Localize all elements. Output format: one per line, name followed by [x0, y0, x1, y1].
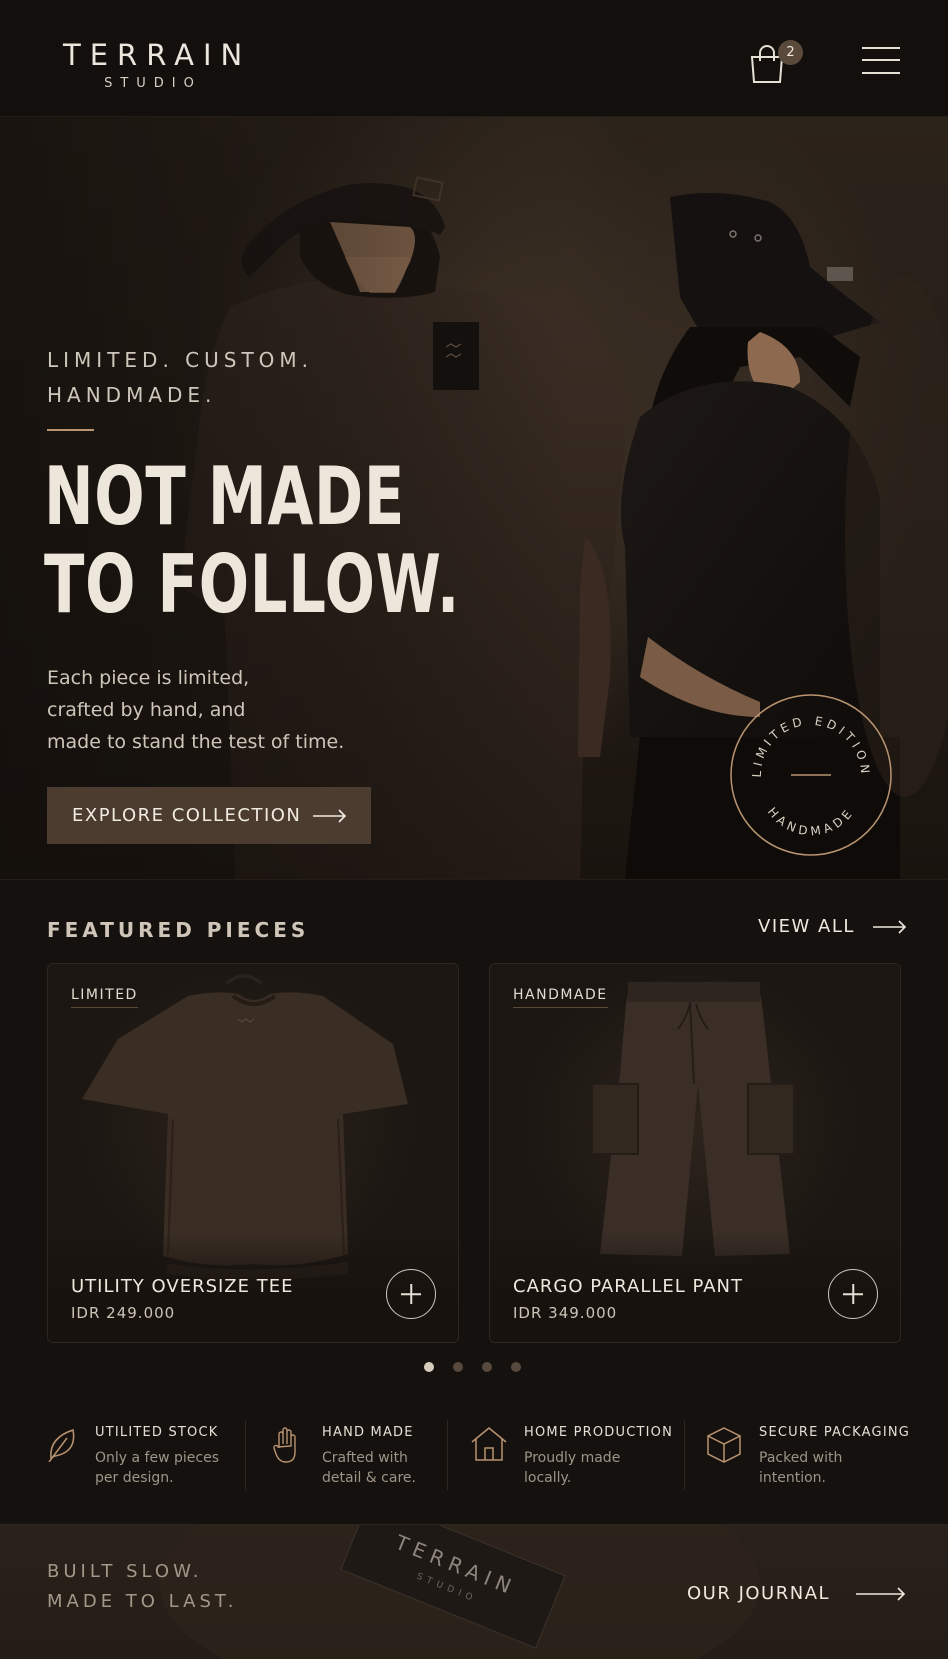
- cart-count-badge: 2: [778, 40, 803, 65]
- journal-band: TERRAIN STUDIO BUILT SLOW. MADE TO LAST.…: [0, 1524, 948, 1659]
- arrow-right-icon: [313, 809, 347, 823]
- carousel-dot[interactable]: [424, 1362, 434, 1372]
- arrow-right-icon: [872, 919, 907, 934]
- hero-headline: NOT MADE TO FOLLOW.: [44, 450, 461, 631]
- add-to-cart-button[interactable]: [828, 1269, 878, 1319]
- feature-desc: Only a few pieces per design.: [95, 1450, 219, 1486]
- home-icon: [471, 1427, 507, 1461]
- brand-logo[interactable]: TERRAIN STUDIO: [54, 40, 244, 91]
- product-name: UTILITY OVERSIZE TEE: [71, 1276, 294, 1297]
- feature-item: UTILITED STOCK Only a few pieces per des…: [47, 1420, 237, 1524]
- carousel-dot[interactable]: [453, 1362, 463, 1372]
- product-price: IDR 249.000: [71, 1304, 176, 1322]
- feature-title: UTILITED STOCK: [95, 1425, 219, 1440]
- featured-section: FEATURED PIECES VIEW ALL LIMITED UTILITY…: [0, 879, 948, 1419]
- feature-desc: Packed with intention.: [759, 1450, 843, 1486]
- carousel-dot[interactable]: [511, 1362, 521, 1372]
- featured-title: FEATURED PIECES: [47, 918, 310, 942]
- feature-item: HOME PRODUCTION Proudly made locally.: [470, 1420, 680, 1524]
- feature-item: HAND MADE Crafted with detail & care.: [273, 1420, 443, 1524]
- product-price: IDR 349.000: [513, 1304, 618, 1322]
- product-card[interactable]: HANDMADE CARGO PARALLEL PANT IDR 349.000: [489, 963, 901, 1343]
- feature-title: HOME PRODUCTION: [524, 1425, 674, 1440]
- hero-copy: Each piece is limited, crafted by hand, …: [47, 667, 345, 753]
- hero-divider: [47, 429, 94, 431]
- explore-collection-button[interactable]: EXPLORE COLLECTION: [47, 787, 371, 844]
- leaf-icon: [48, 1429, 75, 1462]
- feature-title: SECURE PACKAGING: [759, 1425, 911, 1440]
- product-name: CARGO PARALLEL PANT: [513, 1276, 743, 1297]
- hero-section: LIMITED. CUSTOM. HANDMADE. NOT MADE TO F…: [0, 117, 948, 879]
- our-journal-link[interactable]: OUR JOURNAL: [687, 1583, 906, 1604]
- brand-sub: STUDIO: [104, 76, 202, 91]
- features-row: UTILITED STOCK Only a few pieces per des…: [0, 1420, 948, 1524]
- arrow-right-icon: [856, 1586, 906, 1601]
- feature-desc: Crafted with detail & care.: [322, 1450, 416, 1486]
- add-to-cart-button[interactable]: [386, 1269, 436, 1319]
- menu-button[interactable]: [862, 47, 900, 75]
- band-tagline: BUILT SLOW. MADE TO LAST.: [47, 1561, 238, 1612]
- product-tag: LIMITED: [71, 987, 138, 1008]
- svg-text:HANDMADE: HANDMADE: [765, 805, 857, 839]
- product-card[interactable]: LIMITED UTILITY OVERSIZE TEE IDR 249.000: [47, 963, 459, 1343]
- feature-item: SECURE PACKAGING Packed with intention.: [706, 1420, 916, 1524]
- feature-desc: Proudly made locally.: [524, 1450, 621, 1486]
- site-header: TERRAIN STUDIO 2: [0, 0, 948, 117]
- product-tag: HANDMADE: [513, 987, 608, 1008]
- carousel-dot[interactable]: [482, 1362, 492, 1372]
- view-all-link[interactable]: VIEW ALL: [758, 916, 907, 937]
- hand-icon: [273, 1427, 296, 1463]
- limited-edition-seal: LIMITED EDITION HANDMADE: [730, 694, 892, 856]
- svg-text:LIMITED EDITION: LIMITED EDITION: [750, 714, 873, 778]
- brand-name: TERRAIN: [63, 38, 252, 72]
- box-icon: [707, 1427, 741, 1463]
- cart-button[interactable]: 2: [748, 40, 808, 88]
- hamburger-menu-icon: [862, 47, 900, 49]
- feature-title: HAND MADE: [322, 1425, 414, 1440]
- hero-eyebrow: LIMITED. CUSTOM. HANDMADE.: [47, 348, 314, 407]
- carousel-dots: [424, 1362, 540, 1372]
